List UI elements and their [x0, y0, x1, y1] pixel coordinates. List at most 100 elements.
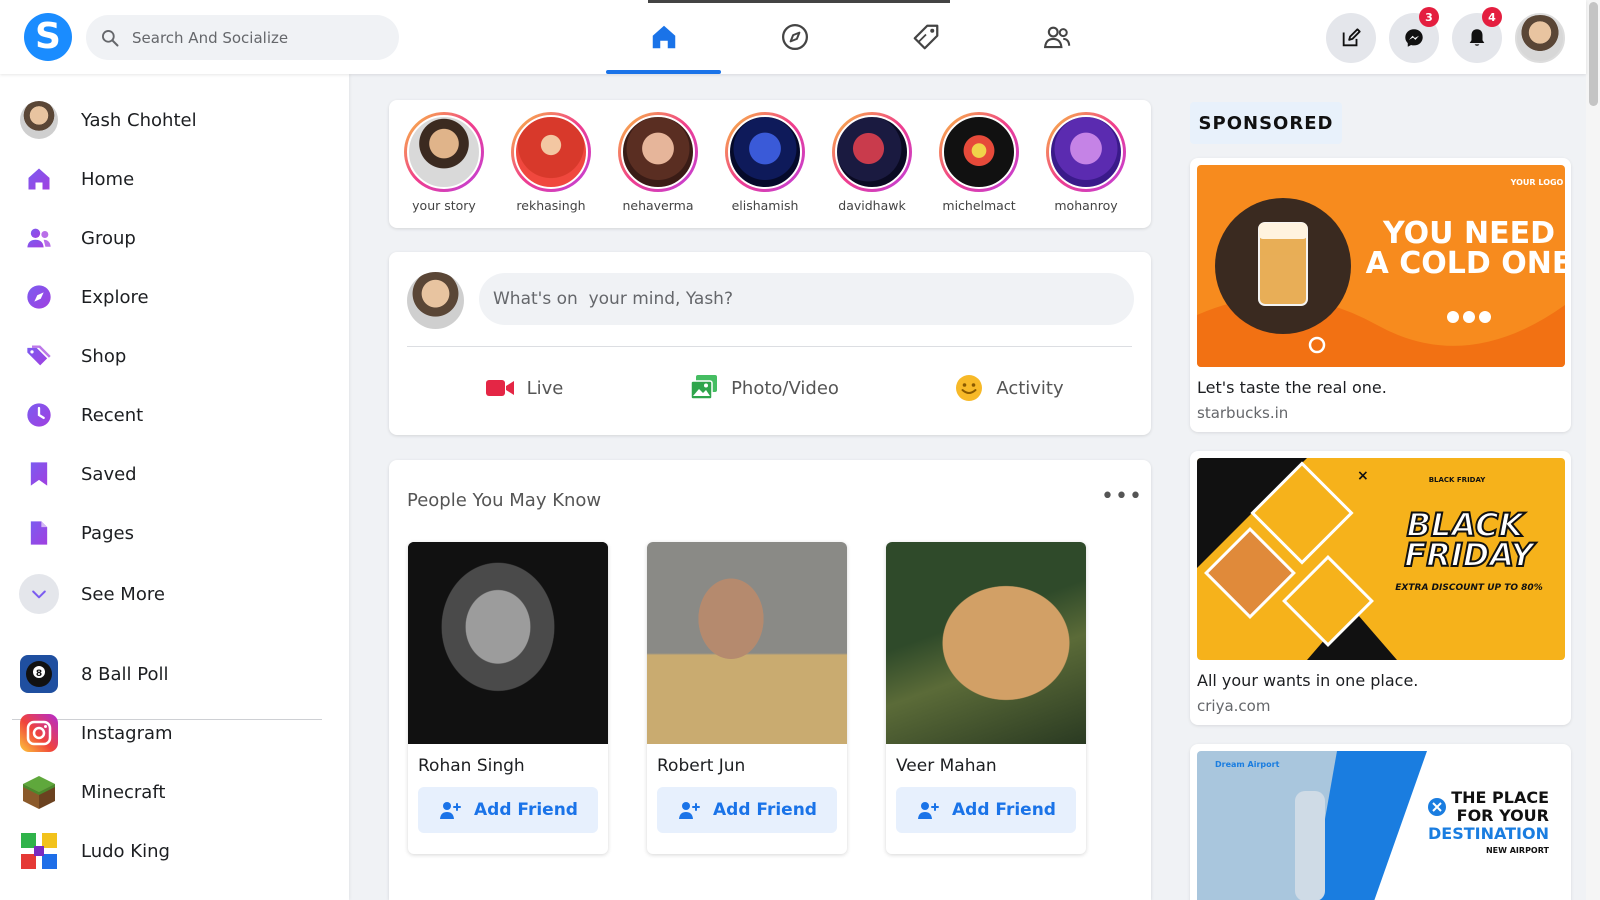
person-photo[interactable]	[886, 542, 1086, 744]
explore-icon	[27, 285, 51, 309]
sidebar-app-instagram[interactable]: Instagram	[19, 713, 173, 753]
person-name[interactable]: Rohan Singh	[418, 756, 608, 776]
messenger-badge: 3	[1419, 7, 1439, 27]
story-item[interactable]: mohanroy	[1036, 112, 1136, 213]
ad-logo-text: YOUR LOGO	[1510, 178, 1564, 187]
search-input[interactable]	[132, 28, 382, 47]
sidebar-item-recent[interactable]: Recent	[19, 395, 143, 435]
notifications-button[interactable]: 4	[1452, 7, 1502, 63]
ad-sub: NEW AIRPORT	[1486, 846, 1550, 855]
logo-letter: S	[35, 16, 61, 57]
tab-home[interactable]	[598, 0, 729, 74]
page-scrollbar[interactable]	[1586, 0, 1600, 900]
sidebar-item-label: Saved	[81, 463, 137, 485]
sidebar-app-8-ball-poll[interactable]: 8 8 Ball Poll	[19, 654, 169, 694]
add-friend-button[interactable]: Add Friend	[418, 787, 598, 833]
tab-explore[interactable]	[729, 0, 860, 74]
tab-shop[interactable]	[860, 0, 991, 74]
sidebar-app-ludo-king[interactable]: Ludo King	[19, 831, 170, 871]
chevron-down-icon	[32, 590, 46, 599]
ad-headline-line3: DESTINATION	[1428, 824, 1549, 843]
story-name: your story	[412, 198, 476, 213]
smiley-icon	[956, 375, 983, 401]
sidebar-item-shop[interactable]: Shop	[19, 336, 126, 376]
header-actions: 3 4	[1326, 7, 1565, 63]
group-icon	[27, 228, 51, 248]
instagram-icon	[20, 714, 58, 752]
ad-url[interactable]: starbucks.in	[1197, 404, 1288, 422]
ad-banner[interactable]: Dream Airport THE PLACE FOR YOUR DESTINA…	[1197, 751, 1565, 900]
status-input[interactable]	[479, 273, 1134, 325]
scrollbar-thumb[interactable]	[1589, 2, 1598, 106]
add-friend-button[interactable]: Add Friend	[896, 787, 1076, 833]
sidebar-item-pages[interactable]: Pages	[19, 513, 134, 553]
person-photo[interactable]	[408, 542, 608, 744]
home-icon	[652, 25, 675, 49]
story-ring	[404, 112, 484, 192]
story-name: michelmact	[942, 198, 1016, 213]
messenger-button[interactable]: 3	[1389, 7, 1439, 63]
add-friend-button[interactable]: Add Friend	[657, 787, 837, 833]
person-card: Rohan Singh Add Friend	[408, 542, 608, 854]
search-box[interactable]	[86, 15, 399, 60]
story-avatar	[407, 115, 481, 189]
story-item[interactable]: michelmact	[929, 112, 1029, 213]
story-item[interactable]: elishamish	[715, 112, 815, 213]
see-more-button[interactable]: See More	[19, 572, 165, 616]
add-friend-label: Add Friend	[713, 800, 817, 820]
story-avatar	[835, 115, 909, 189]
sidebar-item-label: Minecraft	[81, 781, 166, 803]
add-friend-label: Add Friend	[952, 800, 1056, 820]
ludo-icon	[20, 832, 58, 870]
see-more-label: See More	[81, 583, 165, 605]
story-item[interactable]: your story	[394, 112, 494, 213]
ad-banner[interactable]: BLACK FRIDAY EXTRA DISCOUNT UP TO 80% BL…	[1197, 458, 1565, 660]
live-button[interactable]: Live	[449, 362, 599, 414]
tab-friends[interactable]	[991, 0, 1122, 74]
video-camera-icon	[485, 380, 514, 396]
main-nav-tabs	[598, 0, 1122, 74]
ad-url[interactable]: criya.com	[1197, 697, 1270, 715]
live-label: Live	[526, 377, 564, 399]
ad-headline-line2: A COLD ONE	[1366, 246, 1565, 281]
person-card: Veer Mahan Add Friend	[886, 542, 1086, 854]
sponsored-ad[interactable]: Dream Airport THE PLACE FOR YOUR DESTINA…	[1190, 744, 1571, 900]
sponsored-ad[interactable]: YOU NEED A COLD ONE YOUR LOGO Let's tast…	[1190, 158, 1571, 432]
svg-text:8: 8	[36, 669, 42, 679]
person-name[interactable]: Robert Jun	[657, 756, 847, 776]
section-title: People You May Know	[407, 490, 602, 511]
sponsored-ad[interactable]: BLACK FRIDAY EXTRA DISCOUNT UP TO 80% BL…	[1190, 451, 1571, 725]
profile-avatar[interactable]	[1515, 13, 1565, 63]
story-item[interactable]: rekhasingh	[501, 112, 601, 213]
stories-bar: your story rekhasingh nehaverma elishami…	[389, 100, 1151, 228]
sidebar-item-saved[interactable]: Saved	[19, 454, 137, 494]
post-composer: Live Photo/Video Activity	[389, 252, 1151, 435]
sidebar-item-home[interactable]: Home	[19, 159, 134, 199]
ad-close-mark: ×	[1357, 468, 1369, 484]
story-name: mohanroy	[1054, 198, 1118, 213]
sidebar-app-minecraft[interactable]: Minecraft	[19, 772, 165, 812]
avatar	[20, 101, 58, 139]
sidebar-profile[interactable]: Yash Chohtel	[19, 100, 197, 140]
sidebar-item-label: Recent	[81, 404, 144, 426]
story-avatar	[621, 115, 695, 189]
ad-headline-line2: FOR YOUR	[1457, 806, 1549, 825]
person-photo[interactable]	[647, 542, 847, 744]
sidebar-item-group[interactable]: Group	[19, 218, 136, 258]
story-item[interactable]: nehaverma	[608, 112, 708, 213]
notifications-badge: 4	[1482, 7, 1502, 27]
person-name[interactable]: Veer Mahan	[896, 756, 1086, 776]
ad-banner[interactable]: YOU NEED A COLD ONE YOUR LOGO	[1197, 165, 1565, 367]
bookmark-icon	[30, 462, 48, 486]
app-logo[interactable]: S	[24, 13, 72, 61]
photo-video-button[interactable]: Photo/Video	[679, 362, 849, 414]
create-post-button[interactable]	[1326, 13, 1376, 63]
story-ring	[725, 112, 805, 192]
story-ring	[1046, 112, 1126, 192]
photo-video-label: Photo/Video	[731, 377, 839, 399]
sidebar-item-explore[interactable]: Explore	[19, 277, 149, 317]
story-item[interactable]: davidhawk	[822, 112, 922, 213]
more-options-button[interactable]: •••	[1101, 484, 1143, 509]
clock-icon	[27, 403, 51, 427]
activity-button[interactable]: Activity	[939, 362, 1079, 414]
